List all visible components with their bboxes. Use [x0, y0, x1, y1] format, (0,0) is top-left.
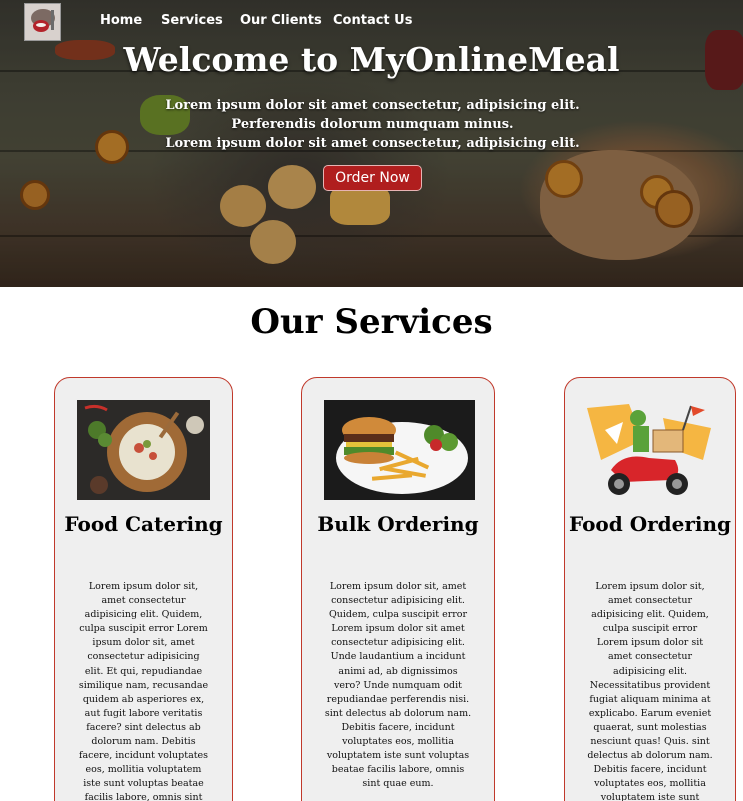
nav-home-link[interactable]: Home — [100, 13, 142, 28]
hero-banner: Home Services Our Clients Contact Us Wel… — [0, 0, 743, 287]
bulk-ordering-title: Bulk Ordering — [317, 512, 479, 536]
service-card-food-catering: Food Catering Lorem ipsum dolor sit, ame… — [54, 377, 233, 801]
logo-icon — [25, 4, 60, 40]
order-now-button[interactable]: Order Now — [323, 165, 422, 191]
service-card-food-ordering: Food Ordering Lorem ipsum dolor sit, ame… — [564, 377, 736, 801]
nav-our-clients-link[interactable]: Our Clients — [240, 13, 322, 28]
bulk-ordering-description: Lorem ipsum dolor sit, amet consectetur … — [324, 581, 472, 790]
salad-bowl-icon — [77, 400, 210, 500]
delivery-scooter-icon — [583, 400, 719, 500]
services-title: Our Services — [250, 302, 493, 342]
top-navigation: Home Services Our Clients Contact Us — [0, 0, 743, 44]
hero-title: Welcome to MyOnlineMeal — [123, 40, 620, 79]
food-ordering-description: Lorem ipsum dolor sit, amet consectetur … — [587, 581, 713, 801]
hero-subtitle-line-1: Lorem ipsum dolor sit amet consectetur, … — [165, 98, 580, 132]
food-ordering-image — [583, 400, 719, 500]
food-catering-image — [77, 400, 210, 500]
burger-plate-icon — [324, 400, 475, 500]
service-card-bulk-ordering: Bulk Ordering Lorem ipsum dolor sit, ame… — [301, 377, 495, 801]
food-catering-title: Food Catering — [64, 512, 223, 536]
nav-contact-us-link[interactable]: Contact Us — [333, 13, 412, 28]
nav-services-link[interactable]: Services — [161, 13, 223, 28]
hero-subtitle-line-2: Lorem ipsum dolor sit amet consectetur, … — [165, 136, 580, 151]
food-catering-description: Lorem ipsum dolor sit, amet consectetur … — [78, 581, 209, 801]
bulk-ordering-image — [324, 400, 475, 500]
food-ordering-title: Food Ordering — [568, 512, 732, 536]
site-logo[interactable] — [24, 3, 61, 41]
hero-subtitle: Lorem ipsum dolor sit amet consectetur, … — [135, 96, 610, 153]
